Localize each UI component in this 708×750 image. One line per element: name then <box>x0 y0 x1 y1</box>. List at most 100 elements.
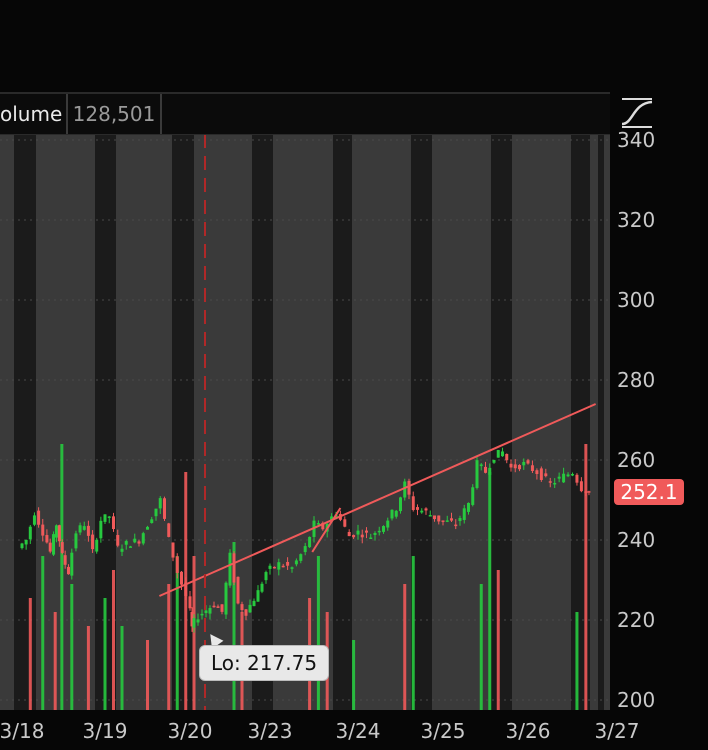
candle-body <box>196 619 200 623</box>
candle-body <box>171 542 175 558</box>
candle-body <box>112 516 115 530</box>
candle-body <box>450 518 453 521</box>
candle-body <box>146 526 149 530</box>
candle-body <box>272 566 276 569</box>
candle-body <box>163 498 166 519</box>
volume-bar <box>316 556 320 710</box>
candle-body <box>390 509 394 519</box>
candle-body <box>579 481 583 492</box>
candle-body <box>424 508 428 511</box>
candle-body <box>377 530 381 533</box>
candle-body <box>369 537 373 540</box>
y-tick-label: 260 <box>617 448 655 472</box>
candle-body <box>116 534 120 546</box>
candle-body <box>548 481 552 483</box>
y-tick-label: 320 <box>617 208 655 232</box>
candle-body <box>316 523 320 525</box>
candle-body <box>553 482 557 485</box>
candle-body <box>356 530 360 535</box>
candle-body <box>566 474 570 477</box>
candle-body <box>343 519 347 527</box>
candle-body <box>192 618 196 628</box>
candle-body <box>240 604 244 610</box>
candle-body <box>281 565 285 568</box>
candle-body <box>45 535 49 543</box>
volume-bar <box>86 626 90 710</box>
candle-body <box>24 539 28 545</box>
candle-body <box>232 553 236 583</box>
x-tick-label: 3/25 <box>421 719 466 743</box>
volume-bar <box>575 612 579 710</box>
candle-body <box>479 464 483 467</box>
x-tick-label: 3/18 <box>0 719 44 743</box>
candle-body <box>208 608 212 614</box>
candle-body <box>286 561 290 566</box>
candle-body <box>20 543 24 549</box>
candle-body <box>416 507 419 510</box>
candle-body <box>175 556 179 573</box>
volume-bar <box>411 556 415 710</box>
candle-body <box>365 530 368 533</box>
candle-body <box>347 531 351 537</box>
offhours-band <box>252 134 273 710</box>
candle-body <box>441 520 445 522</box>
candle-body <box>256 590 260 602</box>
curve-tool-icon[interactable] <box>619 95 655 131</box>
volume-bar <box>496 570 500 710</box>
volume-bar <box>120 626 124 710</box>
candle-body <box>54 525 58 538</box>
candle-body <box>224 582 228 615</box>
candle-body <box>526 460 530 464</box>
y-tick-label: 300 <box>617 288 655 312</box>
candle-body <box>86 525 90 536</box>
candle-body <box>535 470 539 475</box>
candle-body <box>63 555 67 565</box>
candle-body <box>513 464 517 469</box>
candle-body <box>129 546 132 548</box>
volume-bar <box>112 570 115 710</box>
candle-body <box>32 515 36 525</box>
y-tick-label: 240 <box>617 528 655 552</box>
candle-body <box>308 536 312 548</box>
x-tick-label: 3/20 <box>168 719 213 743</box>
candle-body <box>137 541 141 544</box>
candle-body <box>462 508 466 520</box>
volume-bar <box>28 598 32 710</box>
volume-bar <box>479 584 483 710</box>
volume-bar <box>70 584 74 710</box>
candle-body <box>501 451 504 457</box>
candle-body <box>360 534 364 538</box>
candle-body <box>37 510 41 525</box>
candle-body <box>204 610 208 613</box>
candle-body <box>158 498 162 509</box>
y-axis: 340 320 300 280 260 240 220 200 <box>617 128 655 712</box>
candle-body <box>467 502 470 512</box>
volume-bar <box>488 472 492 710</box>
candle-body <box>475 460 479 488</box>
candle-body <box>411 496 415 510</box>
volume-bar <box>146 640 149 710</box>
candle-body <box>471 487 475 505</box>
x-tick-label: 3/19 <box>83 719 128 743</box>
candle-body <box>584 491 588 493</box>
candle-body <box>66 566 70 575</box>
candle-body <box>530 465 534 471</box>
candle-body <box>244 609 248 616</box>
candle-body <box>52 534 56 555</box>
volume-bar <box>352 640 356 710</box>
candle-body <box>433 515 436 520</box>
volume-bar <box>53 612 57 710</box>
candle-body <box>294 560 298 565</box>
candle-body <box>505 453 509 461</box>
volume-bar <box>103 598 107 710</box>
volume-label: olume <box>0 94 68 134</box>
candle-body <box>220 604 224 612</box>
candle-body <box>200 613 204 616</box>
candle-body <box>496 450 500 458</box>
candle-body <box>167 523 171 537</box>
candle-body <box>382 526 385 532</box>
last-price-tag: 252.1 <box>614 478 684 505</box>
candle-body <box>299 554 303 561</box>
candle-body <box>107 516 111 518</box>
candle-body <box>539 468 543 480</box>
